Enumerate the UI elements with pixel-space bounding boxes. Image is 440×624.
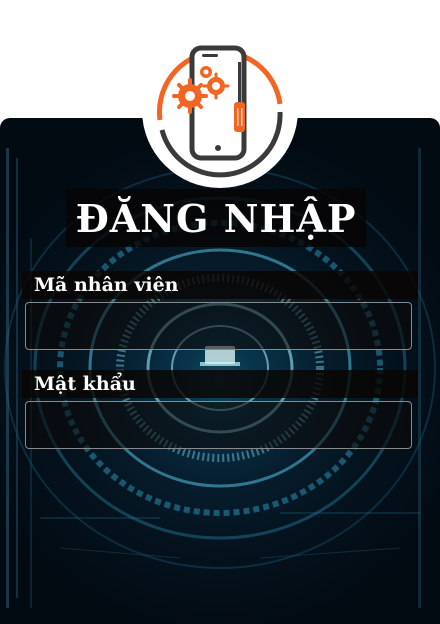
login-page: ĐĂNG NHẬP Mã nhân viên Mật khẩu [0, 0, 440, 624]
logo-badge [144, 34, 296, 186]
page-title: ĐĂNG NHẬP [75, 195, 357, 241]
title-banner: ĐĂNG NHẬP [66, 189, 366, 247]
password-input[interactable] [25, 401, 412, 449]
password-label: Mật khẩu [34, 373, 136, 395]
employee-id-label-bar: Mã nhân viên [22, 271, 418, 299]
password-label-bar: Mật khẩu [22, 370, 418, 398]
employee-id-input[interactable] [25, 302, 412, 350]
phone-repair-icon [156, 45, 283, 178]
employee-id-label: Mã nhân viên [34, 274, 179, 296]
